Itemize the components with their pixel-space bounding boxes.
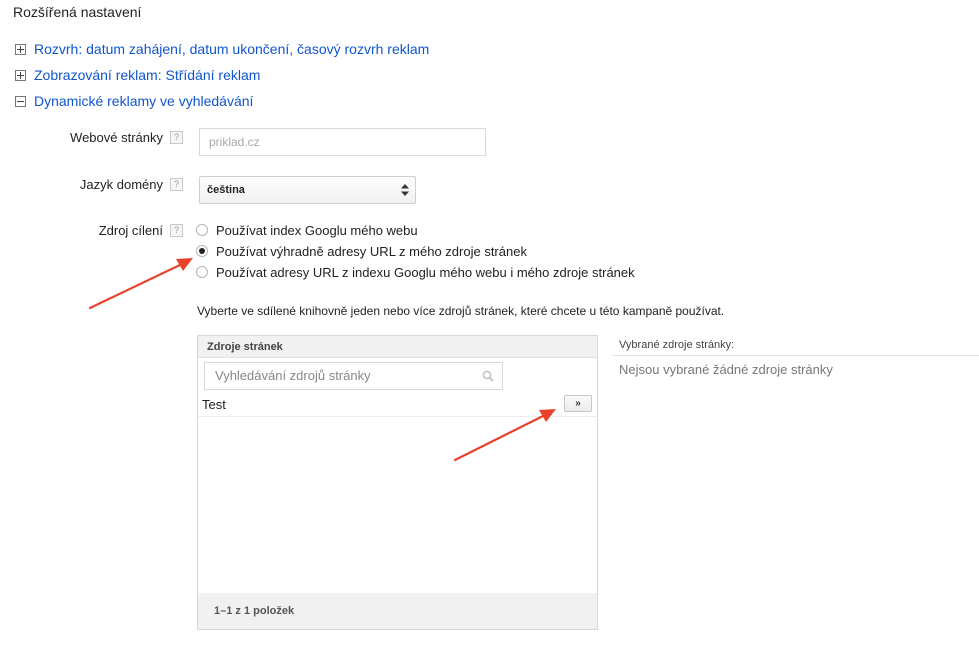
expand-plus-icon[interactable] <box>15 69 26 81</box>
search-placeholder: Vyhledávání zdrojů stránky <box>215 368 371 383</box>
targeting-option-page-feed-only[interactable]: Používat výhradně adresy URL z mého zdro… <box>196 242 527 260</box>
pagination-summary: 1–1 z 1 položek <box>198 593 597 629</box>
language-select-value: čeština <box>207 184 245 196</box>
help-icon[interactable]: ? <box>170 224 183 237</box>
website-label: Webové stránky <box>70 130 163 145</box>
selected-sources-empty: Nejsou vybrané žádné zdroje stránky <box>619 362 833 377</box>
targeting-label: Zdroj cílení <box>98 223 163 238</box>
expander-ad-rotation-label[interactable]: Zobrazování reklam: Střídání reklam <box>34 67 260 83</box>
divider <box>612 355 979 356</box>
page-feed-source-panel: Zdroje stránek Vyhledávání zdrojů stránk… <box>197 335 598 630</box>
section-title: Rozšířená nastavení <box>13 4 142 20</box>
language-label: Jazyk domény <box>79 177 163 192</box>
expander-dynamic-search-ads-label[interactable]: Dynamické reklamy ve vyhledávání <box>34 93 253 109</box>
radio-button-selected[interactable] <box>196 245 208 257</box>
instruction-text: Vyberte ve sdílené knihovně jeden nebo v… <box>197 304 725 318</box>
targeting-option-google-index[interactable]: Používat index Googlu mého webu <box>196 221 418 239</box>
targeting-option-both[interactable]: Používat adresy URL z indexu Googlu mého… <box>196 263 635 281</box>
expand-plus-icon[interactable] <box>15 43 26 55</box>
add-item-button[interactable]: » <box>564 395 592 412</box>
list-item[interactable]: Test <box>198 393 597 417</box>
expander-ad-rotation[interactable]: Zobrazování reklam: Střídání reklam <box>15 65 260 85</box>
collapse-minus-icon[interactable] <box>15 95 26 107</box>
expander-schedule[interactable]: Rozvrh: datum zahájení, datum ukončení, … <box>15 39 429 59</box>
select-arrows-icon <box>401 184 409 196</box>
search-icon <box>482 370 494 382</box>
targeting-option-label: Používat adresy URL z indexu Googlu mého… <box>216 264 635 280</box>
targeting-option-label: Používat výhradně adresy URL z mého zdro… <box>216 243 527 259</box>
website-input[interactable] <box>199 128 486 156</box>
page-feed-search-input[interactable]: Vyhledávání zdrojů stránky <box>204 362 503 390</box>
help-icon[interactable]: ? <box>170 131 183 144</box>
targeting-option-label: Používat index Googlu mého webu <box>216 222 418 238</box>
language-select[interactable]: čeština <box>199 176 416 204</box>
annotation-arrow <box>88 258 193 310</box>
radio-button[interactable] <box>196 224 208 236</box>
expander-schedule-label[interactable]: Rozvrh: datum zahájení, datum ukončení, … <box>34 41 429 57</box>
help-icon[interactable]: ? <box>170 178 183 191</box>
expander-dynamic-search-ads[interactable]: Dynamické reklamy ve vyhledávání <box>15 91 253 111</box>
selected-sources-title: Vybrané zdroje stránky: <box>619 339 735 351</box>
panel-header: Zdroje stránek <box>198 336 597 358</box>
radio-button[interactable] <box>196 266 208 278</box>
